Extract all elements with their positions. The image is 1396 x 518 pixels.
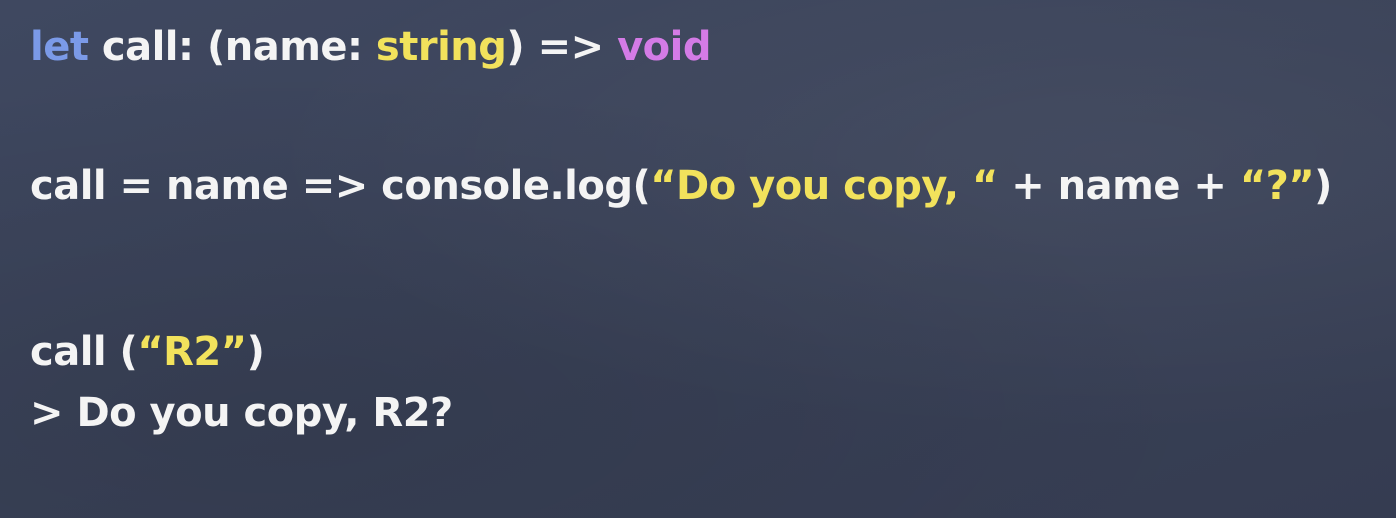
call-suffix: ) (246, 329, 265, 375)
call-prefix: call ( (30, 329, 138, 375)
console-output: > Do you copy, R2? (30, 390, 453, 436)
code-line-assignment: call = name => console.log(“Do you copy,… (30, 161, 1332, 211)
concat-text: + name + (997, 163, 1240, 209)
string-literal-greeting: “Do you copy, “ (650, 163, 998, 209)
declaration-text: call: (name: (88, 24, 376, 70)
string-literal-question: “?” (1239, 163, 1315, 209)
assignment-prefix: call = name => console.log( (30, 163, 651, 209)
code-slide: let call: (name: string) => void call = … (0, 0, 1396, 518)
code-line-call: call (“R2”) (30, 327, 265, 377)
type-void: void (617, 24, 711, 70)
string-literal-r2: “R2” (137, 329, 247, 375)
code-line-declaration: let call: (name: string) => void (30, 22, 711, 72)
type-string: string (375, 24, 507, 70)
assignment-suffix: ) (1314, 163, 1332, 209)
keyword-let: let (30, 24, 89, 70)
arrow-text: ) => (506, 24, 618, 70)
code-line-output: > Do you copy, R2? (30, 388, 453, 438)
